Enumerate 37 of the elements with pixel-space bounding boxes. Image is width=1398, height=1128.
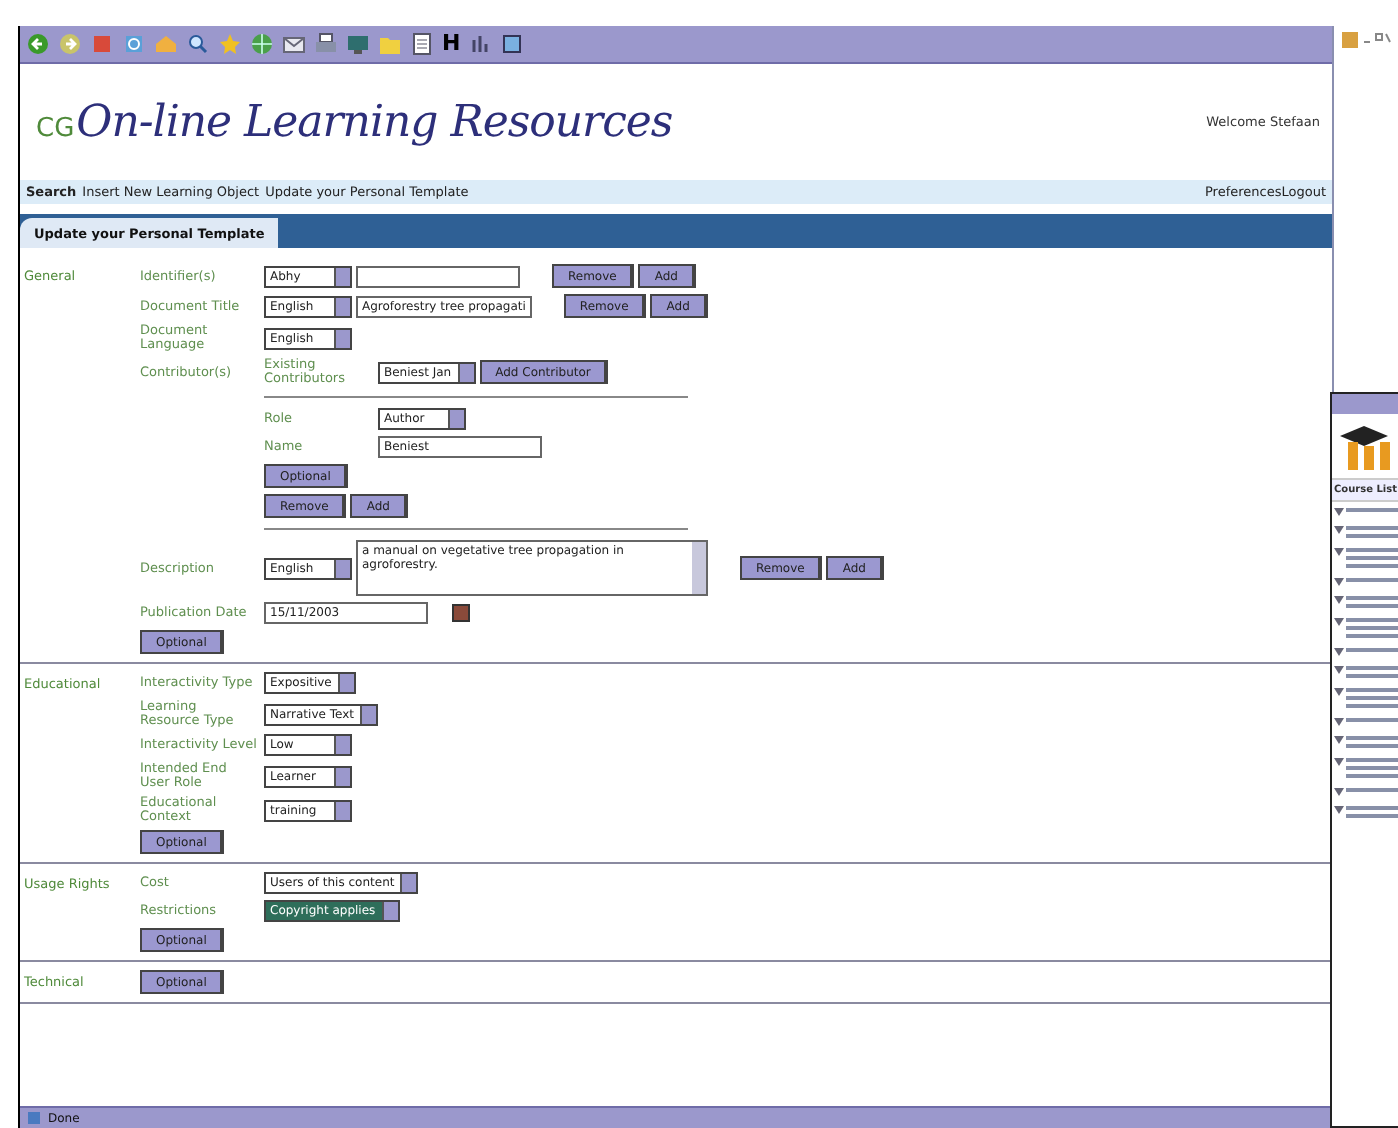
list-item[interactable] — [1332, 542, 1398, 572]
forward-arrow-icon[interactable] — [58, 32, 82, 56]
triangle-icon — [1334, 686, 1344, 696]
text-field[interactable] — [356, 265, 520, 287]
window-title-bar — [1332, 394, 1398, 414]
triangle-icon — [1334, 756, 1344, 766]
back-arrow-icon[interactable] — [26, 32, 50, 56]
envelope-icon[interactable] — [282, 32, 306, 56]
triangle-icon — [1334, 616, 1344, 626]
site-title: On-line Learning Resources — [76, 97, 673, 147]
list-item[interactable] — [1332, 502, 1398, 520]
globe-icon[interactable] — [250, 32, 274, 56]
list-item[interactable] — [1332, 572, 1398, 590]
h-button[interactable]: H — [442, 32, 461, 56]
list-item[interactable] — [1332, 590, 1398, 612]
magnifier-icon[interactable] — [186, 32, 210, 56]
document-icon[interactable] — [410, 32, 434, 56]
list-item[interactable] — [1332, 682, 1398, 712]
monitor-icon[interactable] — [346, 32, 370, 56]
window-icon[interactable] — [500, 32, 525, 56]
bar-graph-icon[interactable] — [468, 32, 493, 56]
printer-icon[interactable] — [314, 32, 338, 56]
star-icon[interactable] — [218, 32, 242, 56]
refresh-icon[interactable] — [122, 32, 146, 56]
list-item[interactable] — [1332, 520, 1398, 542]
list-item[interactable] — [1332, 712, 1398, 730]
list-item[interactable] — [1332, 660, 1398, 682]
list-item[interactable] — [1332, 752, 1398, 782]
logo-prefix: CG — [36, 113, 75, 143]
list-item[interactable] — [1332, 782, 1398, 800]
list-item[interactable] — [1332, 800, 1398, 822]
list-item[interactable] — [1332, 642, 1398, 660]
list-item[interactable] — [1332, 730, 1398, 752]
page-icon — [26, 1110, 42, 1126]
list-item[interactable] — [1332, 612, 1398, 642]
triangle-icon — [1334, 546, 1344, 556]
window-controls-icon[interactable] — [1340, 28, 1392, 52]
